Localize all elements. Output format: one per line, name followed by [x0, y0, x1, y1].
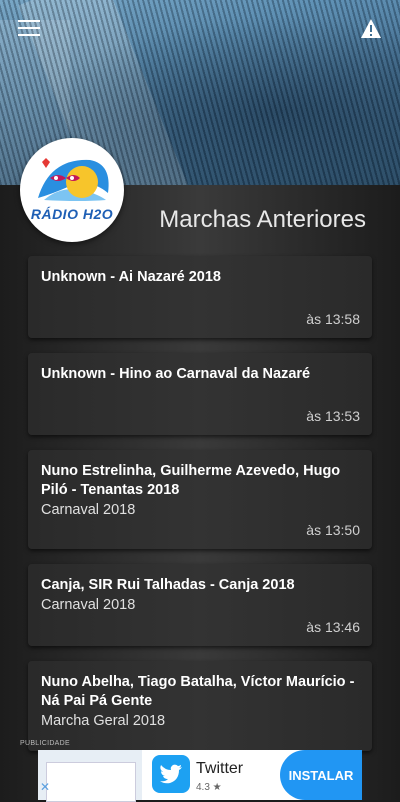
ad-banner[interactable]: ✕ Twitter 4.3 ★ INSTALAR: [38, 750, 362, 802]
ad-screenshot: [38, 750, 142, 802]
page-title: Marchas Anteriores: [159, 206, 366, 233]
track-list: Unknown - Ai Nazaré 2018 às 13:58 Unknow…: [28, 256, 372, 766]
track-card[interactable]: Nuno Estrelinha, Guilherme Azevedo, Hugo…: [28, 450, 372, 549]
track-time: às 13:46: [306, 619, 360, 635]
track-time: às 13:58: [306, 311, 360, 327]
track-title: Nuno Abelha, Tiago Batalha, Víctor Maurí…: [41, 674, 355, 709]
track-title: Unknown - Hino ao Carnaval da Nazaré: [41, 366, 311, 382]
ad-label: PUBLICIDADE: [20, 740, 70, 747]
radio-logo: RÁDIO H2O: [20, 138, 124, 242]
track-title: Nuno Estrelinha, Guilherme Azevedo, Hugo…: [41, 463, 341, 498]
twitter-bird-icon: [152, 755, 190, 793]
logo-graphic-icon: [38, 158, 109, 201]
track-time: às 13:50: [306, 522, 360, 538]
track-card[interactable]: Nuno Abelha, Tiago Batalha, Víctor Maurí…: [28, 661, 372, 751]
track-album: Marcha Geral 2018: [41, 713, 166, 729]
track-card[interactable]: Canja, SIR Rui Talhadas - Canja 2018 Car…: [28, 564, 372, 646]
logo-text: RÁDIO H2O: [30, 206, 114, 222]
hamburger-menu-icon[interactable]: [18, 20, 40, 38]
track-card[interactable]: Unknown - Hino ao Carnaval da Nazaré às …: [28, 353, 372, 435]
track-title: Canja, SIR Rui Talhadas - Canja 2018: [41, 577, 295, 593]
warning-triangle-icon[interactable]: [360, 18, 382, 40]
track-title: Unknown - Ai Nazaré 2018: [41, 269, 221, 285]
ad-rating: 4.3 ★: [196, 782, 222, 793]
install-button[interactable]: INSTALAR: [280, 750, 362, 800]
track-album: Carnaval 2018: [41, 597, 136, 613]
track-card[interactable]: Unknown - Ai Nazaré 2018 às 13:58: [28, 256, 372, 338]
track-time: às 13:53: [306, 408, 360, 424]
ad-close-icon[interactable]: ✕: [38, 780, 52, 800]
ad-app-name: Twitter: [196, 760, 244, 777]
track-album: Carnaval 2018: [41, 502, 136, 518]
